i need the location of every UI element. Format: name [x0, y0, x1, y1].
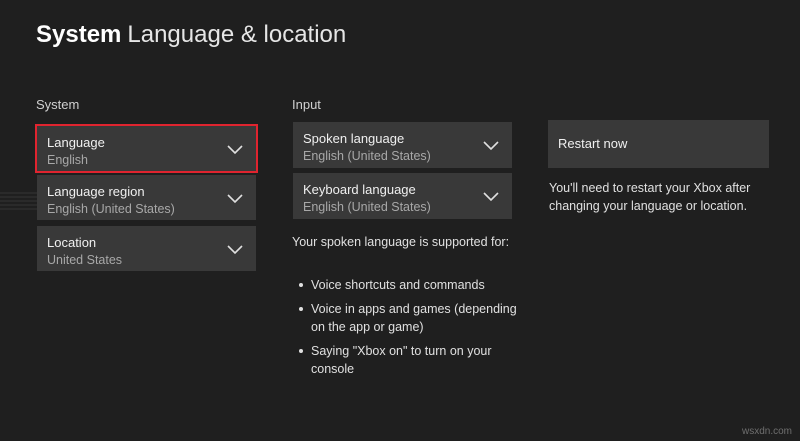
spoken-language-value: English (United States) — [303, 149, 431, 163]
input-section-label: Input — [292, 97, 321, 112]
language-dropdown[interactable]: Language English — [35, 124, 258, 173]
restart-note: You'll need to restart your Xbox after c… — [549, 181, 751, 213]
keyboard-language-value: English (United States) — [303, 200, 431, 214]
location-dropdown[interactable]: Location United States — [37, 226, 256, 271]
system-section-label: System — [36, 97, 80, 112]
restart-now-label: Restart now — [558, 136, 628, 151]
list-item: Voice shortcuts and commands — [292, 276, 517, 294]
keyboard-language-dropdown[interactable]: Keyboard language English (United States… — [293, 173, 512, 219]
restart-now-button[interactable]: Restart now — [548, 120, 769, 168]
language-label: Language — [47, 135, 105, 150]
chevron-down-icon — [227, 145, 243, 155]
chevron-down-icon — [227, 245, 243, 255]
location-label: Location — [47, 235, 97, 250]
language-region-dropdown[interactable]: Language region English (United States) — [37, 175, 256, 220]
spoken-language-support-text: Your spoken language is supported for: — [292, 235, 510, 249]
list-item: Saying "Xbox on" to turn on your console — [292, 342, 517, 378]
language-region-label: Language region — [47, 184, 145, 199]
chevron-down-icon — [483, 141, 499, 151]
screen-artifact — [0, 192, 40, 210]
watermark: wsxdn.com — [741, 426, 792, 437]
language-value: English — [47, 153, 88, 167]
page-title: System Language & location — [36, 20, 346, 50]
language-region-value: English (United States) — [47, 202, 175, 216]
list-item: Voice in apps and games (depending on th… — [292, 300, 517, 336]
location-value: United States — [47, 253, 123, 267]
page-title-section: Language & location — [127, 21, 347, 48]
chevron-down-icon — [483, 192, 499, 202]
keyboard-language-label: Keyboard language — [303, 182, 416, 197]
spoken-language-label: Spoken language — [303, 131, 405, 146]
chevron-down-icon — [227, 194, 243, 204]
spoken-language-dropdown[interactable]: Spoken language English (United States) — [293, 122, 512, 168]
page-title-system: System — [36, 21, 122, 48]
supported-features-list: Voice shortcuts and commands Voice in ap… — [292, 276, 517, 384]
